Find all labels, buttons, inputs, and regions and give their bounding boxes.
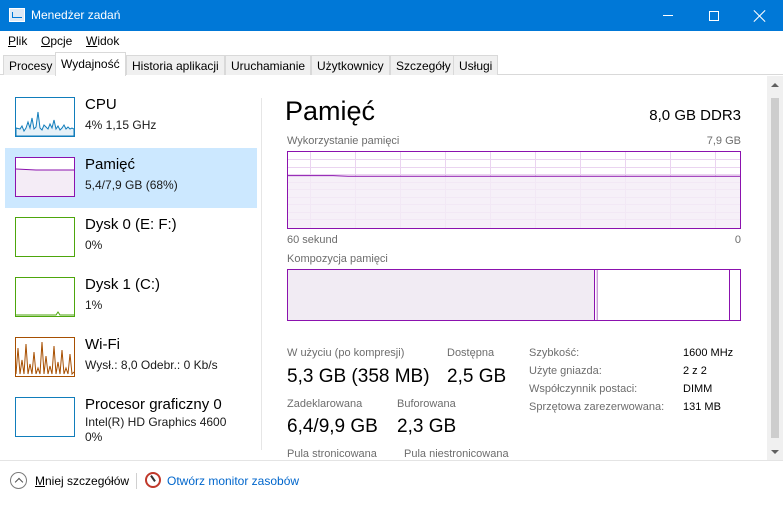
scroll-down-icon	[771, 449, 779, 454]
memory-spec: 8,0 GB DDR3	[649, 107, 741, 124]
memory-usage-graph-svg	[288, 152, 740, 228]
available-value: 2,5 GB	[447, 366, 507, 387]
sidebar-item-subtitle: 4% 1,15 GHz	[85, 118, 157, 132]
menu-view[interactable]: Widok	[86, 34, 119, 48]
usage-graph-max: 7,9 GB	[706, 135, 741, 147]
cached-value: 2,3 GB	[397, 416, 457, 437]
sidebar-item-gpu[interactable]: Procesor graficzny 0 Intel(R) HD Graphic…	[5, 388, 257, 448]
paged-pool-label: Pula stronicowana	[287, 448, 377, 460]
cpu-thumbnail-graph	[15, 97, 75, 137]
sidebar-item-subtitle: Wysł.: 8,0 Odebr.: 0 Kb/s	[85, 358, 218, 372]
maximize-button[interactable]	[691, 0, 737, 31]
sidebar-item-disk-1[interactable]: Dysk 1 (C:) 1%	[5, 268, 257, 328]
composition-modified	[596, 270, 598, 320]
sidebar-item-subtitle: Intel(R) HD Graphics 4600	[85, 415, 227, 429]
fewer-details-link[interactable]: Mniej szczegółów	[35, 474, 129, 488]
sidebar-item-subtitle: 1%	[85, 298, 103, 312]
cached-label: Buforowana	[397, 398, 456, 410]
usage-graph-label: Wykorzystanie pamięci	[287, 135, 400, 147]
memory-detail-panel: Pamięć 8,0 GB DDR3 Wykorzystanie pamięci…	[262, 76, 767, 460]
tab-app-history[interactable]: Historia aplikacji	[126, 55, 225, 75]
speed-label: Szybkość:	[529, 347, 580, 359]
footer-bar: Mniej szczegółów Otwórz monitor zasobów	[0, 460, 783, 505]
memory-usage-graph	[287, 151, 741, 229]
sidebar-item-title: Dysk 0 (E: F:)	[85, 216, 177, 233]
minimize-button[interactable]	[645, 0, 691, 31]
slots-value: 2 z 2	[683, 365, 707, 377]
sidebar-item-disk-0[interactable]: Dysk 0 (E: F:) 0%	[5, 208, 257, 268]
form-factor-value: DIMM	[683, 383, 713, 395]
hardware-reserved-value: 131 MB	[683, 401, 721, 413]
committed-label: Zadeklarowana	[287, 398, 363, 410]
memory-thumbnail-graph	[15, 157, 75, 197]
sidebar-item-subtitle: 5,4/7,9 GB (68%)	[85, 178, 178, 192]
sidebar-item-cpu[interactable]: CPU 4% 1,15 GHz	[5, 88, 257, 148]
scroll-up-icon	[771, 82, 779, 87]
memory-usage-area	[288, 175, 740, 228]
sidebar-item-subtitle: 0%	[85, 238, 103, 252]
menu-bar: Plik Opcje Widok	[0, 31, 783, 51]
committed-value: 6,4/9,9 GB	[287, 416, 378, 437]
composition-standby	[729, 270, 730, 320]
scroll-thumb[interactable]	[771, 98, 779, 438]
disk0-thumbnail-graph	[15, 217, 75, 257]
slots-label: Użyte gniazda:	[529, 365, 602, 377]
tab-users[interactable]: Użytkownicy	[311, 55, 390, 75]
footer-separator	[136, 473, 137, 489]
in-use-value: 5,3 GB (358 MB)	[287, 366, 430, 387]
tab-startup[interactable]: Uruchamianie	[225, 55, 312, 75]
time-axis-right: 0	[734, 234, 741, 246]
gpu-thumbnail-graph	[15, 397, 75, 437]
sidebar-item-title: Pamięć	[85, 156, 136, 173]
scroll-up-button[interactable]	[767, 76, 783, 93]
window-title: Menedżer zadań	[31, 8, 121, 22]
sidebar-item-subtitle-2: 0%	[85, 430, 103, 444]
task-manager-icon	[9, 8, 25, 22]
tab-processes[interactable]: Procesy	[3, 55, 59, 75]
tab-services[interactable]: Usługi	[453, 55, 499, 75]
resource-monitor-icon[interactable]	[145, 472, 161, 488]
menu-file[interactable]: Plik	[8, 34, 27, 48]
composition-in-use	[288, 270, 595, 320]
composition-label: Kompozycja pamięci	[287, 253, 388, 265]
in-use-label: W użyciu (po kompresji)	[287, 347, 405, 359]
vertical-scrollbar[interactable]	[767, 76, 783, 460]
tab-strip: Procesy Wydajność Historia aplikacji Uru…	[0, 51, 783, 76]
wifi-thumbnail-graph	[15, 337, 75, 377]
close-icon	[754, 10, 766, 22]
sidebar-item-wifi[interactable]: Wi-Fi Wysł.: 8,0 Odebr.: 0 Kb/s	[5, 328, 257, 388]
tab-performance[interactable]: Wydajność	[55, 52, 126, 76]
maximize-icon	[709, 10, 719, 21]
scroll-down-button[interactable]	[767, 443, 783, 460]
memory-composition-bar	[287, 269, 741, 321]
open-resource-monitor-link[interactable]: Otwórz monitor zasobów	[167, 474, 299, 488]
menu-options[interactable]: Opcje	[41, 34, 72, 48]
available-label: Dostępna	[447, 347, 495, 359]
title-bar: Menedżer zadań	[0, 0, 783, 31]
time-axis-left: 60 sekund	[287, 234, 338, 246]
sidebar-item-title: Dysk 1 (C:)	[85, 276, 160, 293]
resource-sidebar: CPU 4% 1,15 GHz Pamięć 5,4/7,9 GB (68%) …	[0, 76, 262, 460]
page-title: Pamięć	[285, 96, 376, 126]
minimize-icon	[663, 15, 673, 16]
tab-details[interactable]: Szczegóły	[390, 55, 457, 75]
form-factor-label: Współczynnik postaci:	[529, 383, 638, 395]
chevron-up-icon[interactable]	[10, 472, 27, 489]
sidebar-item-memory[interactable]: Pamięć 5,4/7,9 GB (68%)	[5, 148, 257, 208]
speed-value: 1600 MHz	[683, 347, 734, 359]
disk1-thumbnail-graph	[15, 277, 75, 317]
close-button[interactable]	[737, 0, 783, 31]
hardware-reserved-label: Sprzętowa zarezerwowana:	[529, 401, 665, 413]
sidebar-item-title: Wi-Fi	[85, 336, 120, 353]
nonpaged-pool-label: Pula niestronicowana	[404, 448, 509, 460]
sidebar-item-title: Procesor graficzny 0	[85, 396, 222, 413]
sidebar-item-title: CPU	[85, 96, 117, 113]
